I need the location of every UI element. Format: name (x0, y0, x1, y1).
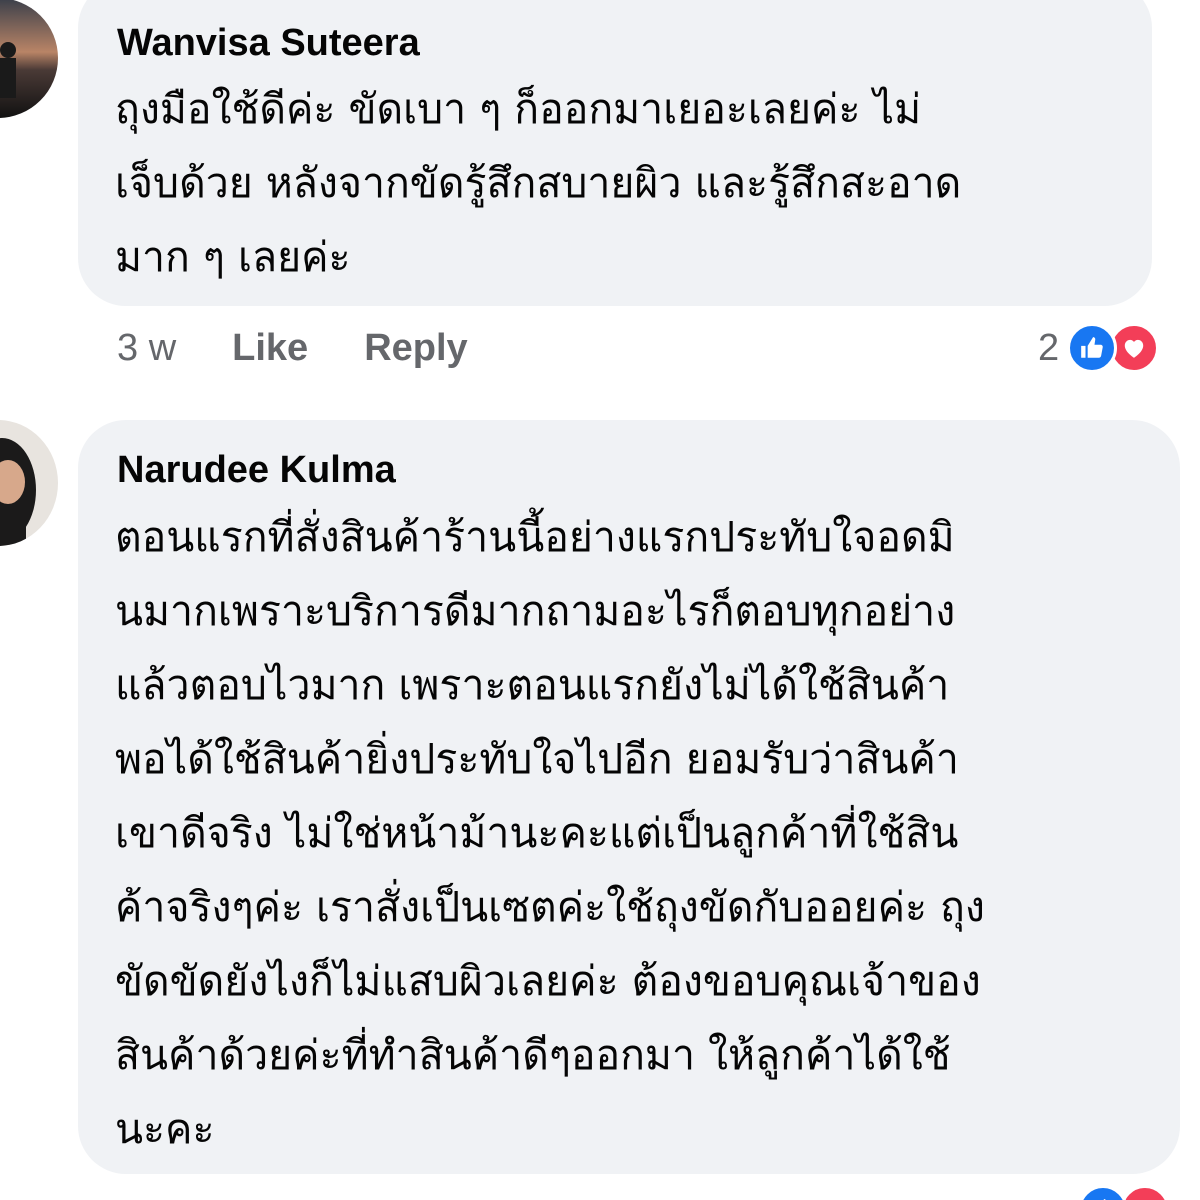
comment-line: พอได้ใช้สินค้ายิ่งประทับใจไปอีก ยอมรับว่… (115, 735, 959, 783)
love-icon (1120, 1185, 1170, 1200)
like-button[interactable]: Like (232, 327, 308, 370)
comment-text: ตอนแรกที่สั่งสินค้าร้านนี้อย่างแรกประทับ… (115, 500, 1155, 1166)
avatar[interactable] (0, 0, 58, 118)
comment-thread: Wanvisa Suteera ถุงมือใช้ดีค่ะ ขัดเบา ๆ … (0, 0, 1200, 1200)
comment-line: แล้วตอบไวมาก เพราะตอนแรกยังไม่ได้ใช้สินค… (115, 661, 950, 709)
comment-line: เจ็บด้วย หลังจากขัดรู้สึกสบายผิว และรู้ส… (115, 159, 962, 207)
reaction-summary[interactable]: 2 (1038, 322, 1160, 374)
like-icon (1078, 1185, 1128, 1200)
comment-actions: 3 w Like Reply (117, 324, 524, 372)
reply-button[interactable]: Reply (364, 327, 467, 370)
reaction-summary[interactable] (1078, 1184, 1170, 1200)
comment-line: มาก ๆ เลยค่ะ (115, 233, 351, 281)
comment-author[interactable]: Wanvisa Suteera (117, 22, 420, 65)
comment-line: นมากเพราะบริการดีมากถามอะไรก็ตอบทุกอย่าง (115, 587, 956, 635)
like-icon (1067, 323, 1118, 373)
reaction-count: 2 (1038, 326, 1060, 369)
comment-line: ขัดขัดยังไงก็ไม่แสบผิวเลยค่ะ ต้องขอบคุณเ… (115, 957, 981, 1005)
comment-timestamp[interactable]: 3 w (117, 327, 176, 370)
comment-text: ถุงมือใช้ดีค่ะ ขัดเบา ๆ ก็ออกมาเยอะเลยค่… (115, 72, 1125, 294)
avatar[interactable] (0, 420, 58, 546)
comment-line: ถุงมือใช้ดีค่ะ ขัดเบา ๆ ก็ออกมาเยอะเลยค่… (115, 85, 922, 133)
comment-line: ตอนแรกที่สั่งสินค้าร้านนี้อย่างแรกประทับ… (115, 513, 955, 561)
comment-line: ค้าจริงๆค่ะ เราสั่งเป็นเซตค่ะใช้ถุงขัดกั… (115, 883, 985, 931)
comment-line: สินค้าด้วยค่ะที่ทำสินค้าดีๆออกมา ให้ลูกค… (115, 1031, 951, 1079)
comment-author[interactable]: Narudee Kulma (117, 449, 396, 492)
comment-line: เขาดีจริง ไม่ใช่หน้าม้านะคะแต่เป็นลูกค้า… (115, 809, 959, 857)
comment-line: นะคะ (115, 1105, 215, 1153)
